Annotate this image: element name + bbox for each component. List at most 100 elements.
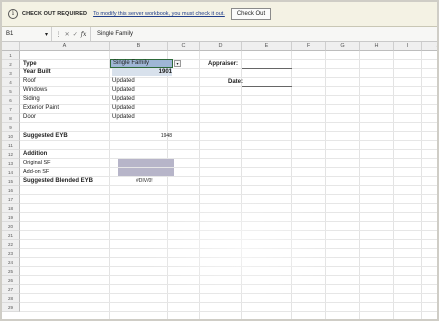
cell-a2[interactable]: Year Built: [23, 68, 51, 76]
cell-a9[interactable]: Suggested EYB: [23, 132, 68, 140]
row-header-5[interactable]: 5: [2, 87, 20, 96]
cell-a7[interactable]: Door: [23, 113, 36, 121]
row-header-2[interactable]: 2: [2, 60, 20, 69]
more-icon[interactable]: ⋮: [56, 31, 62, 38]
row-header-24[interactable]: 24: [2, 258, 20, 267]
row-header-28[interactable]: 28: [2, 294, 20, 303]
row-header-8[interactable]: 8: [2, 114, 20, 123]
cell-a1[interactable]: Type: [23, 60, 37, 68]
cell-a5[interactable]: Siding: [23, 95, 40, 103]
cell-d3[interactable]: Date:: [228, 78, 243, 86]
gridline-horizontal: [20, 230, 437, 231]
cell-b9[interactable]: 1948: [112, 132, 172, 140]
row-header-19[interactable]: 19: [2, 213, 20, 222]
cell-a6[interactable]: Exterior Paint: [23, 104, 59, 112]
row-header-27[interactable]: 27: [2, 285, 20, 294]
column-header-b[interactable]: B: [110, 42, 168, 51]
cell-a4[interactable]: Windows: [23, 86, 47, 94]
formula-bar: B1 ▾ ⋮ ✕ ✓ fx Single Family: [2, 27, 437, 42]
gridline-horizontal: [20, 149, 437, 150]
formula-input[interactable]: Single Family: [91, 31, 133, 37]
cell-b3[interactable]: Updated: [112, 77, 135, 85]
row-header-3[interactable]: 3: [2, 69, 20, 78]
row-header-22[interactable]: 22: [2, 240, 20, 249]
gridline-horizontal: [20, 104, 437, 105]
row-header-23[interactable]: 23: [2, 249, 20, 258]
date-input-line[interactable]: [242, 86, 292, 87]
column-header-j[interactable]: J: [422, 42, 437, 51]
gridline-horizontal: [20, 158, 437, 159]
screen-glare: [142, 192, 342, 302]
gridline-horizontal: [20, 257, 437, 258]
cell-dropdown-icon[interactable]: ▾: [174, 60, 181, 67]
column-header-f[interactable]: F: [292, 42, 326, 51]
row-header-14[interactable]: 14: [2, 168, 20, 177]
column-header-h[interactable]: H: [360, 42, 394, 51]
gridline-horizontal: [20, 293, 437, 294]
cell-b13-input[interactable]: [118, 168, 174, 176]
excel-window: i CHECK OUT REQUIRED To modify this serv…: [2, 2, 437, 319]
cell-b1-selected[interactable]: Single Family: [110, 59, 173, 68]
column-header-d[interactable]: D: [200, 42, 242, 51]
name-box-value: B1: [6, 31, 14, 37]
cell-b5[interactable]: Updated: [112, 95, 135, 103]
row-header-21[interactable]: 21: [2, 231, 20, 240]
row-header-11[interactable]: 11: [2, 141, 20, 150]
row-header-29[interactable]: 29: [2, 303, 20, 312]
row-header-13[interactable]: 13: [2, 159, 20, 168]
row-header-10[interactable]: 10: [2, 132, 20, 141]
column-header-a[interactable]: A: [20, 42, 110, 51]
row-header-25[interactable]: 25: [2, 267, 20, 276]
cell-d1[interactable]: Appraiser:: [208, 60, 238, 68]
column-header-g[interactable]: G: [326, 42, 360, 51]
gridline-horizontal: [20, 275, 437, 276]
gridline-horizontal: [20, 239, 437, 240]
cell-a13[interactable]: Add-on SF: [23, 168, 49, 176]
check-out-button[interactable]: Check Out: [230, 8, 272, 20]
gridline-horizontal: [20, 284, 437, 285]
column-header-c[interactable]: C: [168, 42, 200, 51]
row-header-1[interactable]: 1: [2, 51, 20, 60]
cell-b12-input[interactable]: [118, 159, 174, 167]
gridline-horizontal: [20, 122, 437, 123]
row-header-20[interactable]: 20: [2, 222, 20, 231]
row-header-18[interactable]: 18: [2, 204, 20, 213]
cell-a14[interactable]: Suggested Blended EYB: [23, 177, 93, 185]
row-header-16[interactable]: 16: [2, 186, 20, 195]
checkout-info-bar: i CHECK OUT REQUIRED To modify this serv…: [2, 2, 437, 27]
row-header-9[interactable]: 9: [2, 123, 20, 132]
row-header-12[interactable]: 12: [2, 150, 20, 159]
appraiser-input-line[interactable]: [242, 68, 292, 69]
info-icon: i: [8, 9, 18, 19]
gridline-horizontal: [20, 68, 437, 69]
row-header-15[interactable]: 15: [2, 177, 20, 186]
gridline-horizontal: [20, 248, 437, 249]
row-header-4[interactable]: 4: [2, 78, 20, 87]
column-header-e[interactable]: E: [242, 42, 292, 51]
column-header-i[interactable]: I: [394, 42, 422, 51]
checkout-required-label: CHECK OUT REQUIRED: [22, 11, 88, 17]
gridline-horizontal: [20, 302, 437, 303]
name-box[interactable]: B1 ▾: [2, 27, 52, 41]
cell-a12[interactable]: Original SF: [23, 159, 51, 167]
chevron-down-icon[interactable]: ▾: [45, 31, 48, 38]
cell-a3[interactable]: Roof: [23, 77, 36, 85]
row-header-7[interactable]: 7: [2, 105, 20, 114]
cell-a11[interactable]: Addition: [23, 150, 47, 158]
cell-b14[interactable]: #DIV/0!: [136, 177, 153, 185]
spreadsheet-grid[interactable]: ABCDEFGHIJ 12345678910111213141516171819…: [2, 42, 437, 319]
checkout-message-link[interactable]: To modify this server workbook, you must…: [93, 11, 225, 17]
insert-function-icon[interactable]: fx: [81, 31, 87, 38]
cell-b4[interactable]: Updated: [112, 86, 135, 94]
gridline-horizontal: [20, 113, 437, 114]
cell-b7[interactable]: Updated: [112, 113, 135, 121]
formula-bar-buttons: ⋮ ✕ ✓ fx: [52, 27, 91, 41]
enter-icon[interactable]: ✓: [73, 31, 78, 38]
cell-b6[interactable]: Updated: [112, 104, 135, 112]
row-header-26[interactable]: 26: [2, 276, 20, 285]
cancel-icon[interactable]: ✕: [65, 31, 70, 38]
select-all-corner[interactable]: [2, 42, 20, 51]
cell-b2[interactable]: 1901: [112, 68, 172, 76]
row-header-17[interactable]: 17: [2, 195, 20, 204]
row-header-6[interactable]: 6: [2, 96, 20, 105]
